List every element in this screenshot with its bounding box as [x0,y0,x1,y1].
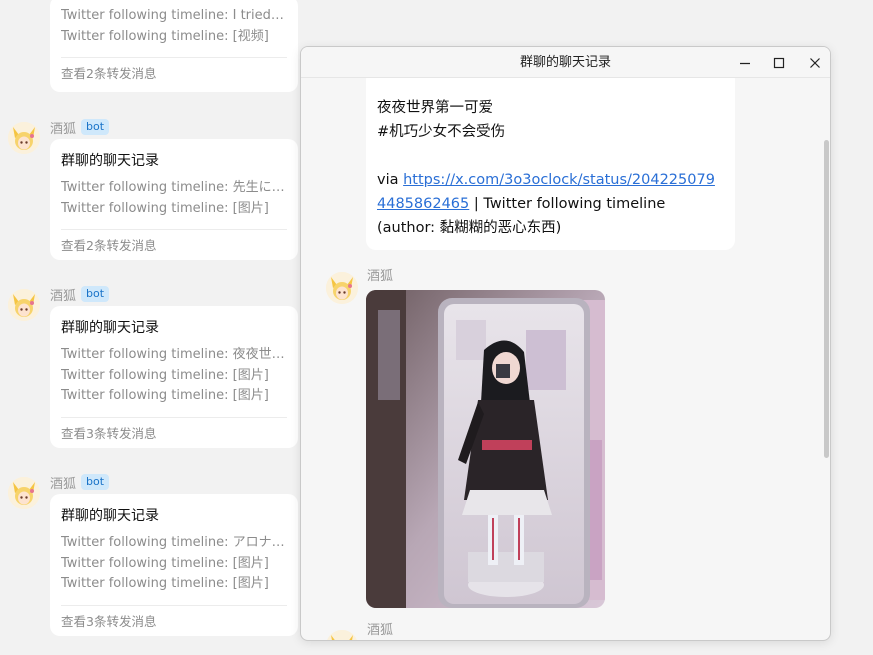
sender-name: 酒狐 [50,288,77,304]
card-preview-line: Twitter following timeline: [视频] [61,28,269,44]
sender-row: 酒狐 bot [50,285,110,304]
card-title: 群聊的聊天记录 [61,153,159,169]
message-bubble: 夜夜世界第一可爱 #机巧少女不会受伤 via https://x.com/3o3… [366,78,735,250]
message-source: via https://x.com/3o3oclock/status/20422… [377,172,715,212]
minimize-icon [740,62,750,65]
sender-name: 酒狐 [50,121,77,137]
card-preview-line: Twitter following timeline: [图片] [61,576,269,591]
window-scrollbar[interactable] [824,140,829,458]
view-forwarded-link[interactable]: 查看3条转发消息 [61,606,287,637]
bot-badge: bot [81,119,110,135]
sender-row: 酒狐 bot [50,118,110,137]
card-preview-line: Twitter following timeline: I tried f… [61,8,287,23]
card-preview-line: Twitter following timeline: [图片] [61,367,269,383]
message-author: (author: 黏糊糊的恶心东西) [377,220,562,236]
message-line: 夜夜世界第一可爱 [377,100,493,116]
forward-card[interactable]: Twitter following timeline: I tried f… T… [50,0,298,92]
sender-row: 酒狐 bot [50,473,110,492]
sender-name: 酒狐 [367,623,394,638]
view-forwarded-link[interactable]: 查看2条转发消息 [61,230,287,261]
photo-message[interactable] [366,290,605,608]
sender-name: 酒狐 [367,269,394,284]
message-hashtag: #机巧少女不会受伤 [377,124,506,140]
fox-girl-avatar-icon[interactable] [8,477,40,509]
fox-girl-avatar-icon[interactable] [8,122,40,154]
card-preview-line: Twitter following timeline: 夜夜世… [61,347,285,362]
card-preview-line: Twitter following timeline: アロナ… [61,535,285,550]
card-preview-line: Twitter following timeline: [图片] [61,555,269,571]
card-title: 群聊的聊天记录 [61,320,159,336]
forward-card[interactable]: 群聊的聊天记录 Twitter following timeline: アロナ…… [50,494,298,636]
close-button[interactable] [805,53,825,73]
fox-girl-avatar-icon[interactable] [326,630,358,640]
sender-name: 酒狐 [50,476,77,492]
view-forwarded-link[interactable]: 查看2条转发消息 [61,58,287,89]
minimize-button[interactable] [735,53,755,73]
chat-feed: Twitter following timeline: I tried f… T… [0,0,300,655]
forward-card[interactable]: 群聊的聊天记录 Twitter following timeline: 夜夜世…… [50,306,298,448]
chat-history-window: 群聊的聊天记录 夜夜世界第一可爱 #机巧少女不会受伤 via https://x… [300,46,831,641]
card-preview-line: Twitter following timeline: [图片] [61,388,269,403]
bot-badge: bot [81,474,110,490]
fox-girl-avatar-icon[interactable] [326,272,358,304]
forward-card[interactable]: 群聊的聊天记录 Twitter following timeline: 先生に…… [50,139,298,260]
maximize-icon [773,57,785,69]
window-message-list[interactable]: 夜夜世界第一可爱 #机巧少女不会受伤 via https://x.com/3o3… [301,78,830,640]
maximize-button[interactable] [769,53,789,73]
fox-girl-avatar-icon[interactable] [8,289,40,321]
close-icon [810,58,820,68]
cosplay-photo [366,290,605,608]
view-forwarded-link[interactable]: 查看3条转发消息 [61,418,287,449]
window-titlebar[interactable]: 群聊的聊天记录 [301,47,830,78]
card-title: 群聊的聊天记录 [61,508,159,524]
card-preview-line: Twitter following timeline: 先生に… [61,180,285,195]
card-preview-line: Twitter following timeline: [图片] [61,200,269,216]
bot-badge: bot [81,286,110,302]
